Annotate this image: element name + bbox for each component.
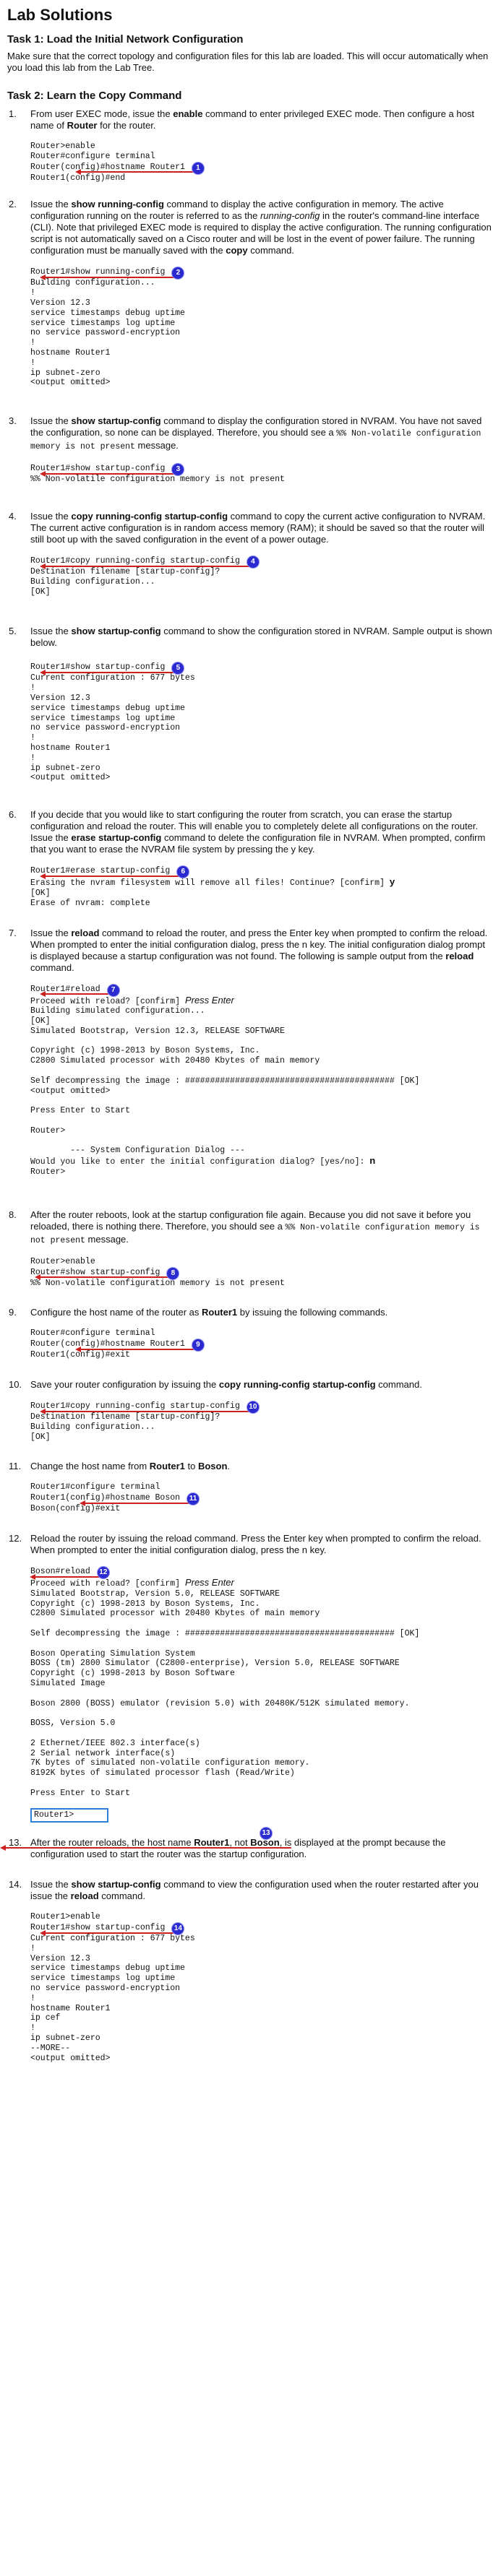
- step-description: Issue the show startup-config command to…: [30, 1879, 479, 1902]
- step-4: 4. Issue the copy running-config startup…: [7, 511, 492, 597]
- callout-badge: 1: [192, 162, 204, 174]
- callout-badge: 10: [247, 1401, 259, 1414]
- highlighted-command: show startup-config: [40, 464, 177, 477]
- task2-heading: Task 2: Learn the Copy Command: [7, 90, 182, 102]
- step-description: Change the host name from Router1 to Bos…: [30, 1461, 231, 1472]
- cli-output: Router1#copy running-config startup-conf…: [30, 1401, 492, 1442]
- cli-output: Router1#configure terminal Router1(confi…: [30, 1482, 492, 1514]
- highlighted-command: erase startup-config: [40, 866, 182, 879]
- step-number: 11.: [9, 1461, 22, 1472]
- step-description: Issue the copy running-config startup-co…: [30, 510, 486, 545]
- callout-badge: 14: [172, 1922, 184, 1935]
- step-number: 2.: [9, 199, 17, 210]
- step-number: 6.: [9, 809, 17, 821]
- step-number: 4.: [9, 510, 17, 522]
- step-2: 2. Issue the show running-config command…: [7, 199, 492, 388]
- step-description: Issue the reload command to reload the r…: [30, 927, 488, 973]
- cli-output: Router1>enable Router1#show startup-conf…: [30, 1912, 195, 2063]
- cli-output: Boson#reload 12 Proceed with reload? [con…: [29, 1566, 492, 1823]
- step-description: From user EXEC mode, issue the enable co…: [30, 108, 474, 131]
- highlighted-command: hostname Router1: [74, 1339, 197, 1352]
- step-number: 3.: [9, 415, 17, 427]
- step-description: Issue the show startup-config command to…: [30, 626, 492, 649]
- callout-badge: 2: [172, 267, 184, 280]
- step-description: After the router reboots, look at the st…: [30, 1209, 480, 1245]
- highlighted-command: hostname Boson: [80, 1493, 192, 1506]
- cli-output: Router>enable Router#show startup-config…: [30, 1256, 285, 1288]
- step-number: 10.: [9, 1379, 22, 1391]
- task1-body: Make sure that the correct topology and …: [7, 51, 489, 73]
- highlighted-command: reload: [39, 984, 113, 998]
- callout-badge: 7: [107, 984, 119, 996]
- step-7: 7. Issue the reload command to reload th…: [7, 928, 492, 1177]
- step-description: After the router reloads, the host name …: [30, 1837, 446, 1860]
- step-11: 11. Change the host name from Router1 to…: [7, 1461, 492, 1514]
- highlighted-command: show running-config: [40, 267, 177, 280]
- step-10: 10. Save your router configuration by is…: [7, 1379, 492, 1442]
- cli-output: Router1#copy running-config startup-conf…: [30, 556, 492, 597]
- callout-badge: 11: [187, 1493, 200, 1505]
- step-number: 1.: [9, 108, 17, 119]
- callout-badge: 6: [177, 866, 189, 878]
- highlighted-command: show startup-config: [40, 1922, 177, 1936]
- callout-badge: 12: [97, 1567, 109, 1579]
- step-description: Issue the show running-config command to…: [30, 199, 492, 256]
- step-number: 9.: [9, 1307, 17, 1318]
- callout-badge: 9: [192, 1339, 204, 1352]
- highlighted-command: show startup-config: [35, 1267, 172, 1281]
- step-8: 8. After the router reboots, look at the…: [7, 1209, 492, 1289]
- step-number: 12.: [9, 1533, 22, 1544]
- cli-output: Router1#show running-config 2 Building co…: [30, 267, 185, 388]
- step-9: 9. Configure the host name of the router…: [7, 1307, 492, 1360]
- step-5: 5. Issue the show startup-config command…: [7, 626, 492, 783]
- step-12: 12. Reload the router by issuing the rel…: [7, 1533, 492, 1823]
- step-description: Configure the host name of the router as…: [30, 1307, 388, 1318]
- step-number: 8.: [9, 1209, 17, 1220]
- highlighted-prompt-box: Router1>: [30, 1808, 109, 1823]
- highlighted-command: copy running-config startup-config: [40, 556, 252, 569]
- cli-output: Router#configure terminal Router(config)…: [30, 1328, 492, 1360]
- cli-output: Router1#show startup-config 5 Current con…: [30, 662, 195, 783]
- step-number: 5.: [9, 626, 17, 637]
- lab-solutions-document: Lab Solutions Task 1: Load the Initial N…: [0, 0, 501, 2063]
- callout-badge: 3: [172, 464, 184, 476]
- highlighted-command: reload: [29, 1567, 103, 1580]
- highlighted-command: hostname Router1: [74, 162, 197, 176]
- callout-badge: 4: [247, 556, 259, 568]
- highlighted-command: show startup-config: [40, 662, 177, 675]
- step-1: 1. From user EXEC mode, issue the enable…: [7, 108, 492, 183]
- cli-output: Router>enable Router#configure terminal …: [30, 142, 492, 183]
- cli-output: Router1#erase startup-config 6 Erasing th…: [30, 866, 395, 908]
- step-number: 7.: [9, 927, 17, 938]
- task1-heading: Task 1: Load the Initial Network Configu…: [7, 33, 244, 46]
- highlighted-command: copy running-config startup-config: [40, 1401, 252, 1414]
- step-description: Reload the router by issuing the reload …: [30, 1533, 481, 1556]
- step-6: 6. If you decide that you would like to …: [7, 809, 492, 908]
- callout-badge: 5: [172, 662, 184, 675]
- step-description: Issue the show startup-config command to…: [30, 415, 482, 452]
- cli-output: Router1#reload 7 Proceed with reload? [co…: [30, 984, 420, 1177]
- step-13: 13. 13 After the router reloads, the hos…: [7, 1828, 492, 1860]
- step-description: If you decide that you would like to sta…: [30, 809, 486, 855]
- step-number: 14.: [9, 1879, 22, 1890]
- cli-output: Router1#show startup-config 3 %% Non-vola…: [30, 464, 285, 485]
- step-3: 3. Issue the show startup-config command…: [7, 415, 492, 485]
- page-title: Lab Solutions: [7, 6, 113, 24]
- callout-badge: 8: [167, 1267, 179, 1279]
- step-14: 14. Issue the show startup-config comman…: [7, 1879, 492, 2063]
- step-description: Save your router configuration by issuin…: [30, 1379, 422, 1391]
